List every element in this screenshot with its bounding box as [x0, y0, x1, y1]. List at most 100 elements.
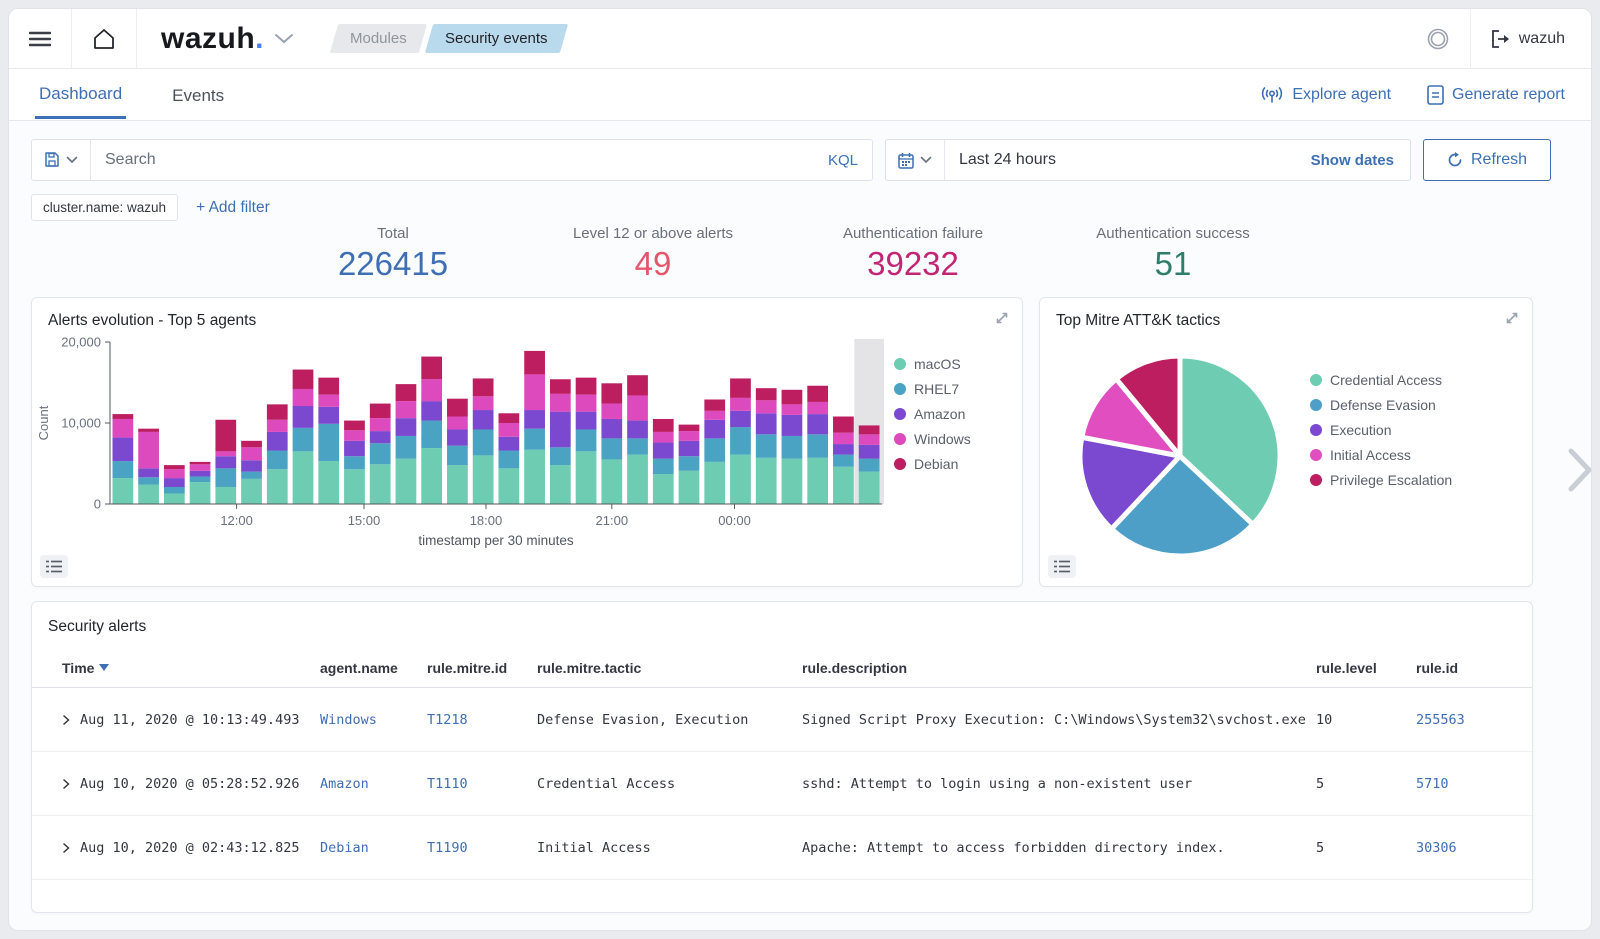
list-icon [46, 560, 62, 573]
filter-pill-cluster-name[interactable]: cluster.name: wazuh [31, 194, 178, 221]
tabs-bar: Dashboard Events Explore agent [9, 69, 1591, 121]
stat-label: Total [263, 225, 523, 242]
cell-rule-id-link[interactable]: 30306 [1416, 840, 1512, 856]
stat-value[interactable]: 49 [523, 245, 783, 283]
table-row: Aug 10, 2020 @ 02:43:12.825 Debian T1190… [32, 816, 1532, 880]
saved-queries-button[interactable] [32, 140, 91, 180]
search-input[interactable]: Search [91, 151, 814, 169]
topbar-right: wazuh [1406, 9, 1591, 68]
mitre-pie-chart[interactable] [1040, 334, 1310, 574]
explore-agent-button[interactable]: Explore agent [1260, 86, 1391, 104]
kql-toggle[interactable]: KQL [814, 152, 872, 169]
stat-total: Total 226415 [263, 225, 523, 283]
legend-dot [1310, 424, 1322, 436]
expand-row-icon[interactable] [62, 842, 70, 854]
cell-rule-id-link[interactable]: 255563 [1416, 712, 1512, 728]
date-picker: Last 24 hours Show dates [885, 139, 1411, 181]
calendar-icon [898, 152, 914, 169]
search-bar: Search KQL [31, 139, 873, 181]
svg-text:0: 0 [94, 497, 101, 512]
legend-dot [894, 383, 906, 395]
chevron-down-icon [66, 156, 78, 164]
alerts-bar-chart[interactable]: 010,00020,00012:0015:0018:0021:0000:00ti… [32, 334, 894, 570]
cell-mitre-id-link[interactable]: T1110 [427, 776, 537, 792]
time-range-value[interactable]: Last 24 hours [945, 151, 1295, 169]
carousel-next-button[interactable] [1567, 447, 1592, 498]
cell-level: 5 [1316, 776, 1416, 792]
logo-group[interactable]: wazuh. [137, 22, 308, 56]
generate-report-button[interactable]: Generate report [1427, 85, 1565, 105]
svg-text:21:00: 21:00 [596, 513, 629, 528]
mitre-tactics-panel: Top Mitre ATT&K tactics Credential Acces… [1039, 297, 1533, 587]
logout-button[interactable]: wazuh [1471, 30, 1591, 48]
refresh-button[interactable]: Refresh [1423, 139, 1551, 181]
health-ring-button[interactable] [1406, 9, 1470, 68]
legend-item-execution[interactable]: Execution [1310, 422, 1452, 438]
cell-agent-link[interactable]: Amazon [320, 776, 427, 792]
table-view-button[interactable] [1048, 555, 1076, 578]
pie-chart-legend: Credential Access Defense Evasion Execut… [1310, 334, 1452, 488]
cell-agent-link[interactable]: Debian [320, 840, 427, 856]
menu-button[interactable] [9, 9, 71, 68]
show-dates-button[interactable]: Show dates [1295, 152, 1410, 169]
legend-item-debian[interactable]: Debian [894, 456, 971, 472]
column-time-sort[interactable]: Time [62, 660, 320, 676]
legend-dot [894, 408, 906, 420]
security-alerts-panel: Security alerts Time agent.name rule.mit… [31, 601, 1533, 913]
tab-dashboard[interactable]: Dashboard [35, 70, 126, 119]
antenna-icon [1260, 86, 1284, 104]
stat-label: Authentication failure [783, 225, 1043, 242]
legend-item-credential-access[interactable]: Credential Access [1310, 372, 1452, 388]
save-icon [44, 152, 60, 168]
tab-actions: Explore agent Generate report [1260, 85, 1565, 105]
expand-panel-button[interactable] [994, 310, 1010, 331]
panel-title: Alerts evolution - Top 5 agents [32, 298, 1022, 334]
stat-label: Authentication success [1043, 225, 1303, 242]
refresh-icon [1447, 152, 1463, 168]
cell-mitre-id-link[interactable]: T1190 [427, 840, 537, 856]
expand-icon [1504, 310, 1520, 326]
table-row: Aug 11, 2020 @ 10:13:49.493 Windows T121… [32, 688, 1532, 752]
legend-item-initial-access[interactable]: Initial Access [1310, 447, 1452, 463]
cell-tactic: Initial Access [537, 840, 802, 856]
panel-title: Security alerts [32, 602, 1532, 640]
legend-item-windows[interactable]: Windows [894, 431, 971, 447]
cell-mitre-id-link[interactable]: T1218 [427, 712, 537, 728]
column-rule-level: rule.level [1316, 660, 1416, 676]
stat-value[interactable]: 51 [1043, 245, 1303, 283]
stat-auth-failure: Authentication failure 39232 [783, 225, 1043, 283]
legend-item-amazon[interactable]: Amazon [894, 406, 971, 422]
svg-text:10,000: 10,000 [61, 416, 101, 431]
expand-row-icon[interactable] [62, 714, 70, 726]
breadcrumb: Modules Security events [334, 24, 563, 53]
chevron-right-icon [1567, 447, 1592, 493]
legend-dot [1310, 374, 1322, 386]
table-view-button[interactable] [40, 555, 68, 578]
expand-row-icon[interactable] [62, 778, 70, 790]
table-header-row: Time agent.name rule.mitre.id rule.mitre… [32, 648, 1532, 688]
home-icon [92, 28, 116, 50]
wazuh-app: wazuh. Modules Security events [8, 8, 1592, 931]
legend-dot [1310, 474, 1322, 486]
hamburger-icon [29, 31, 51, 47]
stat-value[interactable]: 226415 [263, 245, 523, 283]
legend-item-rhel7[interactable]: RHEL7 [894, 381, 971, 397]
legend-item-macos[interactable]: macOS [894, 356, 971, 372]
add-filter-button[interactable]: + Add filter [196, 199, 270, 217]
expand-panel-button[interactable] [1504, 310, 1520, 331]
cell-level: 5 [1316, 840, 1416, 856]
home-button[interactable] [72, 9, 136, 68]
report-document-icon [1427, 85, 1444, 105]
breadcrumb-modules[interactable]: Modules [330, 24, 427, 53]
expand-icon [994, 310, 1010, 326]
tab-events[interactable]: Events [168, 72, 228, 118]
cell-rule-id-link[interactable]: 5710 [1416, 776, 1512, 792]
stat-value[interactable]: 39232 [783, 245, 1043, 283]
search-placeholder: Search [105, 151, 156, 169]
legend-dot [894, 358, 906, 370]
calendar-button[interactable] [886, 140, 945, 180]
cell-agent-link[interactable]: Windows [320, 712, 427, 728]
wazuh-logo: wazuh. [161, 22, 264, 56]
legend-item-defense-evasion[interactable]: Defense Evasion [1310, 397, 1452, 413]
legend-item-privilege-escalation[interactable]: Privilege Escalation [1310, 472, 1452, 488]
